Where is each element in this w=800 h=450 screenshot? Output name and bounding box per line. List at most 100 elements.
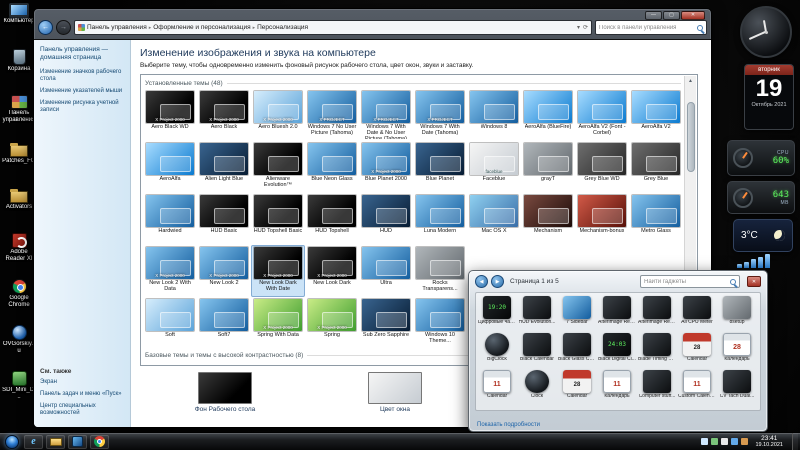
gadget-item[interactable]: Blade Timing Cl...: [637, 333, 677, 370]
forward-button[interactable]: →: [56, 20, 71, 35]
theme-item[interactable]: X Project 2000 New Look 2 With Data: [143, 245, 197, 297]
search-input[interactable]: [599, 25, 697, 31]
see-also-link[interactable]: Центр специальных возможностей: [40, 403, 125, 417]
theme-item[interactable]: X Project 2000 Spring With Data: [251, 297, 305, 349]
taskbar-clock[interactable]: 23:41 19.10.2021: [755, 435, 783, 449]
taskbar-button[interactable]: [46, 435, 65, 449]
gadget-item[interactable]: 11 Custom Calendar: [677, 370, 717, 407]
gadget-item[interactable]: Afterimage Reso...: [597, 296, 637, 333]
theme-item[interactable]: Windows 8: [467, 89, 521, 141]
breadcrumb[interactable]: Панель управленияОформление и персонализ…: [74, 20, 592, 35]
see-also-link[interactable]: Экран: [40, 379, 125, 386]
theme-item[interactable]: HUD Basic: [197, 193, 251, 245]
show-desktop-button[interactable]: [792, 433, 798, 450]
personalization-control[interactable]: Фон Рабочего стола: [140, 372, 310, 413]
calendar-gadget[interactable]: вторник 19 Октябрь 2021: [744, 64, 794, 130]
sidebar-home-link[interactable]: Панель управления — домашняя страница: [40, 46, 125, 61]
theme-item[interactable]: faceblue Faceblue: [467, 141, 521, 193]
theme-item[interactable]: Mac OS X: [467, 193, 521, 245]
breadcrumb-item[interactable]: Оформление и персонализация: [153, 24, 257, 31]
tray-icon[interactable]: [711, 438, 718, 445]
theme-item[interactable]: Mechanism: [521, 193, 575, 245]
theme-item[interactable]: grayT: [521, 141, 575, 193]
gadget-item[interactable]: Black Glass CPU...: [557, 333, 597, 370]
gadget-item[interactable]: Computer stuff...: [637, 370, 677, 407]
ram-meter-gadget[interactable]: 643 MB: [727, 181, 795, 214]
scrollbar-thumb[interactable]: [687, 102, 695, 172]
window-titlebar[interactable]: — ▢ ✕ ← → Панель управленияОформление и …: [34, 9, 711, 39]
sidebar-link[interactable]: Изменение рисунка учетной записи: [40, 100, 125, 114]
gadget-item[interactable]: 19:20 Цифровые часы...: [477, 296, 517, 333]
theme-item[interactable]: Blue Planet: [413, 141, 467, 193]
desktop-icon[interactable]: Patches_F0I: [1, 141, 37, 183]
theme-item[interactable]: Alien Light Blue: [197, 141, 251, 193]
theme-item[interactable]: X Project 2000 Aero Bluesh 2.0: [251, 89, 305, 141]
theme-item[interactable]: AeroAlfa: [143, 141, 197, 193]
personalization-control[interactable]: Цвет окна: [310, 372, 480, 413]
theme-item[interactable]: AeroAlfa (BlueFire): [521, 89, 575, 141]
weather-gadget[interactable]: 3°C: [733, 219, 793, 252]
gadget-item[interactable]: BigClock: [477, 333, 517, 370]
theme-item[interactable]: X Project 2000 New Look 2: [197, 245, 251, 297]
show-details-link[interactable]: Показать подробности: [477, 422, 540, 428]
refresh-icon[interactable]: ⟳: [583, 24, 588, 31]
theme-item[interactable]: X Project 2000 Aero Black: [197, 89, 251, 141]
cpu-meter-gadget[interactable]: CPU 60%: [727, 140, 795, 176]
gadget-item[interactable]: CV Tach Dual...: [717, 370, 757, 407]
theme-item[interactable]: X Project 2000 New Look Dark: [305, 245, 359, 297]
theme-item[interactable]: X PROJECT Windows 7 With Date & No User …: [359, 89, 413, 141]
desktop-icon[interactable]: Корзина: [1, 49, 37, 91]
theme-item[interactable]: HUD Topshell: [305, 193, 359, 245]
desktop-icon[interactable]: Панель управления: [1, 95, 37, 137]
theme-item[interactable]: Soft7: [197, 297, 251, 349]
gallery-close-icon[interactable]: ✕: [747, 276, 761, 287]
theme-item[interactable]: Sub Zero Sapphire: [359, 297, 413, 349]
theme-item[interactable]: Blue Neon Glass: [305, 141, 359, 193]
gadget-item[interactable]: Clock: [517, 370, 557, 407]
theme-item[interactable]: Windows 10 Theme...: [413, 297, 467, 349]
taskbar-button[interactable]: [24, 435, 43, 449]
breadcrumb-item[interactable]: Панель управления: [87, 24, 153, 31]
theme-item[interactable]: X Project 2000 Aero Black WD: [143, 89, 197, 141]
scroll-up-icon[interactable]: ▲: [688, 76, 693, 86]
network-gadget[interactable]: [733, 254, 793, 268]
theme-item[interactable]: Alienware Evolution™: [251, 141, 305, 193]
maximize-icon[interactable]: ▢: [663, 11, 680, 20]
gadget-item[interactable]: 8setup: [717, 296, 757, 333]
gadget-item[interactable]: 28 Calendar: [677, 333, 717, 370]
tray-icon[interactable]: [741, 438, 748, 445]
gadget-item[interactable]: 28 Calendar: [557, 370, 597, 407]
back-button[interactable]: ←: [38, 20, 53, 35]
theme-item[interactable]: Ultra: [359, 245, 413, 297]
installed-themes-section[interactable]: Установленные темы (48): [145, 77, 681, 89]
desktop-icon[interactable]: SDI_Mini_D...: [1, 371, 37, 413]
gadget-item[interactable]: 24:03 Black Digital Cl...: [597, 333, 637, 370]
theme-item[interactable]: Hardwied: [143, 193, 197, 245]
theme-item[interactable]: X PROJECT Windows 7 With Date (Tahoma): [413, 89, 467, 141]
gadget-item[interactable]: All CPU Meter: [677, 296, 717, 333]
desktop-icon[interactable]: Adobe Reader XI: [1, 233, 37, 275]
clock-gadget[interactable]: [740, 6, 792, 58]
theme-item[interactable]: AeroAlfa V2 (Font - Corbel): [575, 89, 629, 141]
theme-item[interactable]: X Project 2000 Blue Planet 2000: [359, 141, 413, 193]
tray-icon[interactable]: [721, 438, 728, 445]
see-also-link[interactable]: Панель задач и меню «Пуск»: [40, 391, 125, 398]
gadget-item[interactable]: 11 Календарь: [597, 370, 637, 407]
desktop-icon[interactable]: Google Chrome: [1, 279, 37, 321]
theme-item[interactable]: X PROJECT Windows 7 No User Picture (Tah…: [305, 89, 359, 141]
gadget-item[interactable]: 28 Календарь: [717, 333, 757, 370]
theme-item[interactable]: HUD Topshell Basic: [251, 193, 305, 245]
theme-item[interactable]: AeroAlfa V2: [629, 89, 683, 141]
theme-item[interactable]: Mechanism-bonus: [575, 193, 629, 245]
control-panel-searchbox[interactable]: [595, 20, 707, 35]
dropdown-icon[interactable]: ▾: [577, 24, 580, 31]
start-button[interactable]: [5, 435, 19, 449]
theme-item[interactable]: X Project 2000 Spring: [305, 297, 359, 349]
gadget-item[interactable]: 11 Calendar: [477, 370, 517, 407]
theme-item[interactable]: HUD: [359, 193, 413, 245]
minimize-icon[interactable]: —: [645, 11, 662, 20]
theme-item[interactable]: X Project 2000 New Look Dark With Date: [251, 245, 305, 297]
gadget-item[interactable]: Afterimage Reso...: [637, 296, 677, 333]
theme-item[interactable]: Grey Blue WD: [575, 141, 629, 193]
theme-item[interactable]: Grey Blue: [629, 141, 683, 193]
